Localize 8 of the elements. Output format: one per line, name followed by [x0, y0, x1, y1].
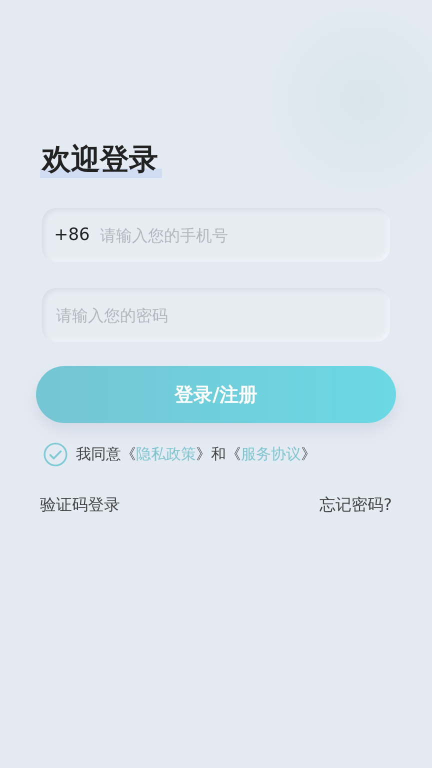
forgot-password-link[interactable]: 忘记密码?: [320, 495, 392, 516]
country-code: +86: [54, 225, 90, 245]
agreement-link[interactable]: 服务协议: [241, 445, 301, 463]
agreement-link[interactable]: 隐私政策: [136, 445, 196, 463]
checkbox[interactable]: [43, 442, 68, 467]
login-button[interactable]: 登录/注册: [36, 366, 396, 423]
sms-login-link[interactable]: 验证码登录: [40, 495, 120, 516]
agreement-text: 我同意《隐私政策》和《服务协议》: [76, 445, 316, 464]
